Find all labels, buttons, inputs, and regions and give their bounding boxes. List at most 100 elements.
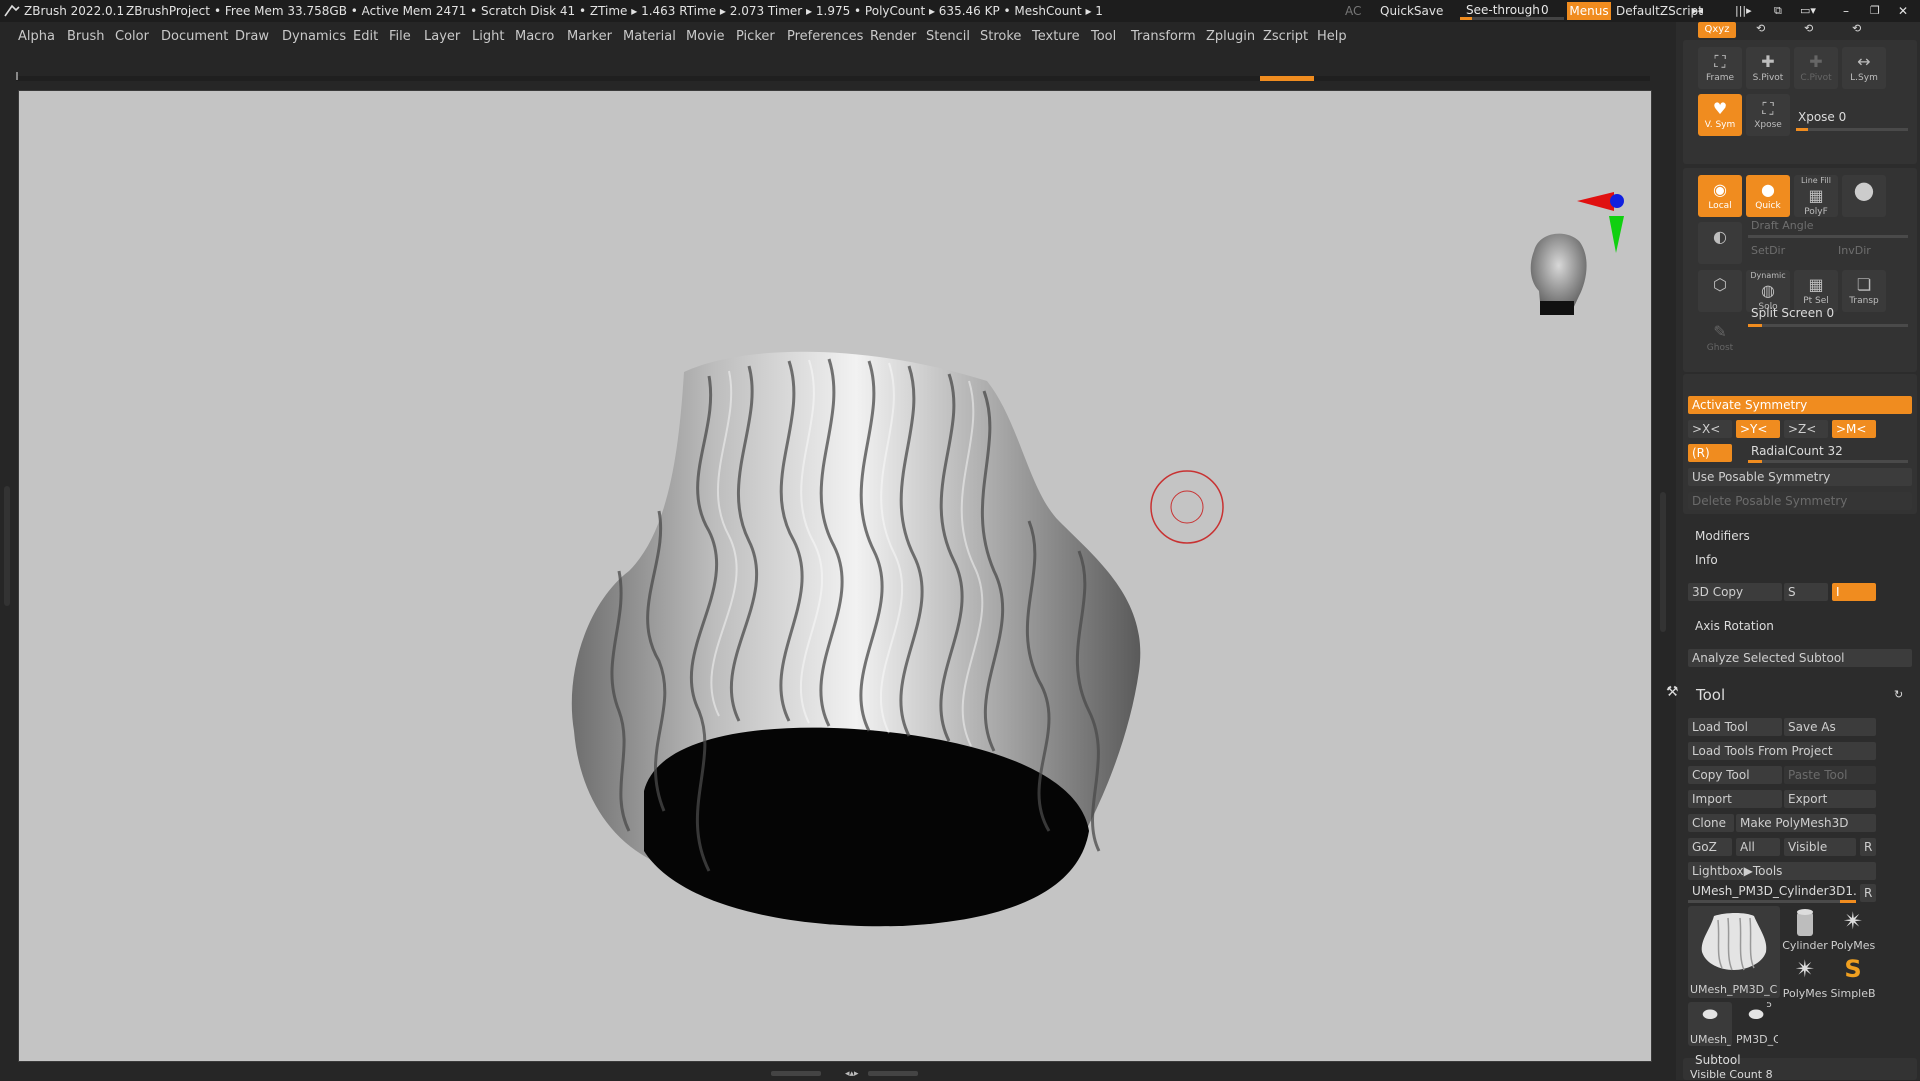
bottom-tray-handle-right[interactable] [868,1071,918,1076]
qxyz-button[interactable]: Qxyz [1698,22,1736,38]
ac-label[interactable]: AC [1345,4,1361,18]
minimize-icon[interactable]: – [1843,4,1849,18]
goz-visible-button[interactable]: Visible [1784,838,1856,856]
quicksave-button[interactable]: QuickSave [1380,4,1443,18]
menu-stencil[interactable]: Stencil [926,29,970,44]
save-as-button[interactable]: Save As [1784,718,1876,736]
tool-thumb-pm3d[interactable]: 5 ⬬ PM3D_C [1734,1002,1778,1046]
tool-palette-title[interactable]: Tool [1696,686,1725,704]
transp-button[interactable]: ❏ Transp [1842,270,1886,312]
tool-thumb-polymesh-star[interactable]: ✴ PolyMes [1830,906,1876,952]
symmetry-m-button[interactable]: >M< [1832,420,1876,438]
left-tray-handle[interactable] [4,486,10,606]
material-sphere-button[interactable]: ● [1842,175,1886,217]
load-tools-from-project-button[interactable]: Load Tools From Project [1688,742,1876,760]
radial-count-slider[interactable] [1748,460,1908,463]
split-screen-slider[interactable] [1748,324,1908,327]
quick-button[interactable]: ● Quick [1746,175,1790,217]
default-zscript-label[interactable]: DefaultZScript [1616,4,1703,18]
goz-all-button[interactable]: All [1736,838,1780,856]
xpose-slider-label[interactable]: Xpose 0 [1798,110,1846,124]
tool-thumb-polymesh[interactable]: ✴ PolyMes [1782,954,1828,1000]
current-tool-slider[interactable] [1688,900,1856,903]
window-icon[interactable]: ⧉ [1774,4,1782,18]
bottom-tray-handle-left[interactable] [771,1071,821,1076]
copy-i-button[interactable]: I [1832,583,1876,601]
use-posable-symmetry-button[interactable]: Use Posable Symmetry [1688,468,1912,486]
popup-icon[interactable]: ▭▾ [1800,4,1816,17]
menu-zplugin[interactable]: Zplugin [1206,29,1255,44]
tool-thumb-cylinder[interactable]: Cylinder [1782,906,1828,952]
goz-r-button[interactable]: R [1860,838,1876,856]
clone-button[interactable]: Clone [1688,814,1734,832]
see-through-slider[interactable]: See-through 0 [1460,2,1564,20]
polyf-button[interactable]: Line Fill ▦ PolyF [1794,175,1838,217]
menu-stroke[interactable]: Stroke [980,29,1021,44]
menu-light[interactable]: Light [472,29,504,44]
info-header[interactable]: Info [1695,553,1718,567]
layout-icon[interactable]: ▸◂ [1692,4,1703,17]
cpivot-button[interactable]: ✚ C.Pivot [1794,47,1838,89]
menu-color[interactable]: Color [115,29,149,44]
export-button[interactable]: Export [1784,790,1876,808]
symmetry-z-button[interactable]: >Z< [1784,420,1828,438]
navigation-gizmo[interactable] [1530,192,1624,315]
menu-file[interactable]: File [389,29,411,44]
symmetry-y-button[interactable]: >Y< [1736,420,1780,438]
copy-tool-button[interactable]: Copy Tool [1688,766,1782,784]
copy-s-button[interactable]: S [1784,583,1828,601]
subtool-header[interactable]: Subtool [1695,1053,1741,1067]
split-screen-label[interactable]: Split Screen 0 [1751,306,1834,320]
menu-zscript[interactable]: Zscript [1263,29,1308,44]
right-tray-handle[interactable] [1660,492,1666,632]
menu-picker[interactable]: Picker [736,29,775,44]
menu-help[interactable]: Help [1317,29,1347,44]
menu-alpha[interactable]: Alpha [18,29,55,44]
rotate-y-icon[interactable]: ⟲ [1804,22,1813,35]
xpose-slider[interactable] [1796,128,1908,131]
3d-copy-button[interactable]: 3D Copy [1688,583,1782,601]
radial-r-button[interactable]: (R) [1688,444,1732,462]
import-button[interactable]: Import [1688,790,1782,808]
lightbox-tools-button[interactable]: Lightbox▶Tools [1688,862,1876,880]
menu-material[interactable]: Material [623,29,676,44]
current-tool-r-button[interactable]: R [1860,884,1876,902]
rotate-z-icon[interactable]: ⟲ [1852,22,1861,35]
axis-rotation-header[interactable]: Axis Rotation [1695,619,1774,633]
restore-icon[interactable]: ❐ [1870,4,1880,17]
goz-button[interactable]: GoZ [1688,838,1732,856]
expand-arrows-icon[interactable]: ◂▴▸ [845,1070,865,1079]
draft-angle-slider[interactable] [1748,235,1908,238]
symmetry-x-button[interactable]: >X< [1688,420,1732,438]
menu-dynamics[interactable]: Dynamics [282,29,346,44]
tool-thumb-umesh-small[interactable]: ⬬ UMesh_ [1688,1002,1732,1046]
tool-thumb-umesh[interactable]: UMesh_PM3D_C [1688,906,1780,998]
menu-draw[interactable]: Draw [235,29,269,44]
vsym-button[interactable]: ♥ V. Sym [1698,94,1742,136]
menu-macro[interactable]: Macro [515,29,554,44]
modifiers-header[interactable]: Modifiers [1695,529,1750,543]
radial-count-label[interactable]: RadialCount 32 [1751,444,1843,458]
draft-angle-label[interactable]: Draft Angle [1751,219,1814,232]
setdir-button[interactable]: SetDir [1751,244,1785,257]
menu-preferences[interactable]: Preferences [787,29,863,44]
xpose-button[interactable]: ⛶ Xpose [1746,94,1790,136]
menu-edit[interactable]: Edit [353,29,378,44]
menu-brush[interactable]: Brush [67,29,105,44]
frame-button[interactable]: ⛶ Frame [1698,47,1742,89]
paste-tool-button[interactable]: Paste Tool [1784,766,1876,784]
tool-thumb-simplebrush[interactable]: S SimpleB [1830,954,1876,1000]
ghost-button[interactable]: ✎ Ghost [1698,317,1742,359]
tool-refresh-icon[interactable]: ↻ [1894,688,1903,701]
project-name[interactable]: ZBrushProject [126,4,210,18]
analyze-selected-subtool-button[interactable]: Analyze Selected Subtool [1688,649,1912,667]
close-icon[interactable]: ✕ [1898,4,1908,18]
brush-strip-icon[interactable]: |||▸ [1735,4,1752,17]
menu-texture[interactable]: Texture [1032,29,1080,44]
menu-layer[interactable]: Layer [424,29,460,44]
menu-tool[interactable]: Tool [1091,29,1116,44]
lsym-button[interactable]: ↔ L.Sym [1842,47,1886,89]
rotate-xy-icon[interactable]: ⟲ [1756,22,1765,35]
current-tool-name[interactable]: UMesh_PM3D_Cylinder3D1. [1692,884,1857,898]
document-canvas[interactable] [18,90,1652,1062]
